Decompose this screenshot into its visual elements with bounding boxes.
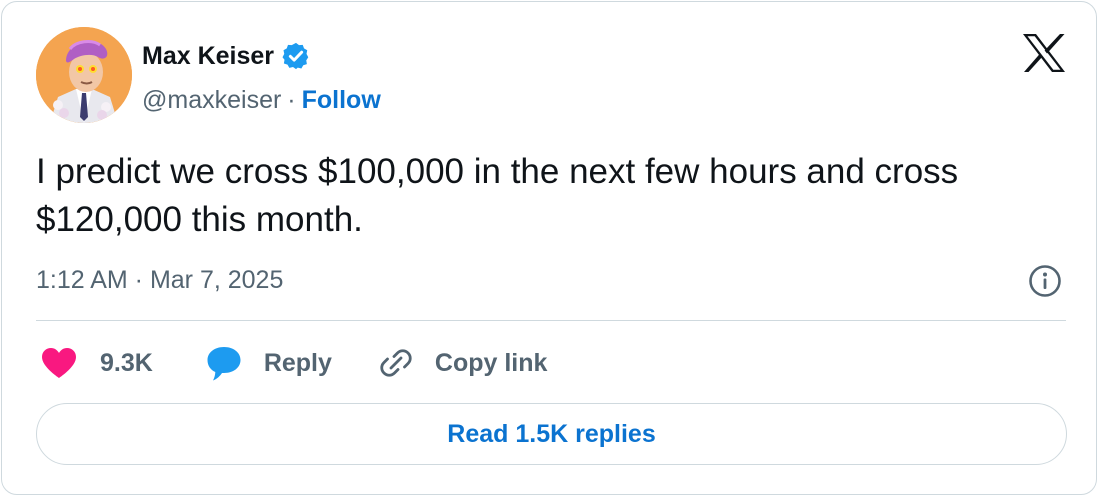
avatar-image xyxy=(36,27,132,123)
author-handle-row: @maxkeiser · Follow xyxy=(142,84,381,116)
author-handle[interactable]: @maxkeiser xyxy=(142,86,281,115)
x-logo-icon[interactable] xyxy=(1021,32,1067,74)
like-count: 9.3K xyxy=(100,348,153,377)
tweet-text: I predict we cross $100,000 in the next … xyxy=(36,152,959,239)
heart-icon xyxy=(42,348,76,378)
verified-badge-icon xyxy=(282,42,309,70)
reply-label: Reply xyxy=(263,348,332,377)
action-bar: 9.3K Reply Copy link xyxy=(40,342,547,384)
author-name[interactable]: Max Keiser xyxy=(142,42,274,71)
info-icon[interactable] xyxy=(1028,264,1062,298)
copy-link-button[interactable]: Copy link xyxy=(378,345,548,381)
read-replies-button[interactable]: Read 1.5K replies xyxy=(36,403,1067,465)
author-name-row: Max Keiser xyxy=(142,40,311,72)
reply-button[interactable]: Reply xyxy=(205,344,332,382)
avatar[interactable] xyxy=(36,27,132,123)
follow-button[interactable]: Follow xyxy=(302,86,381,115)
speech-bubble-icon xyxy=(207,347,241,381)
like-button[interactable]: 9.3K xyxy=(40,346,153,380)
tweet-card: Max Keiser @maxkeiser · Follow I predict… xyxy=(1,1,1097,495)
copy-link-label: Copy link xyxy=(434,348,548,377)
link-icon xyxy=(380,349,412,377)
separator-dot: · xyxy=(287,85,296,114)
divider xyxy=(36,320,1066,321)
tweet-timestamp[interactable]: 1:12 AM · Mar 7, 2025 xyxy=(36,264,283,296)
